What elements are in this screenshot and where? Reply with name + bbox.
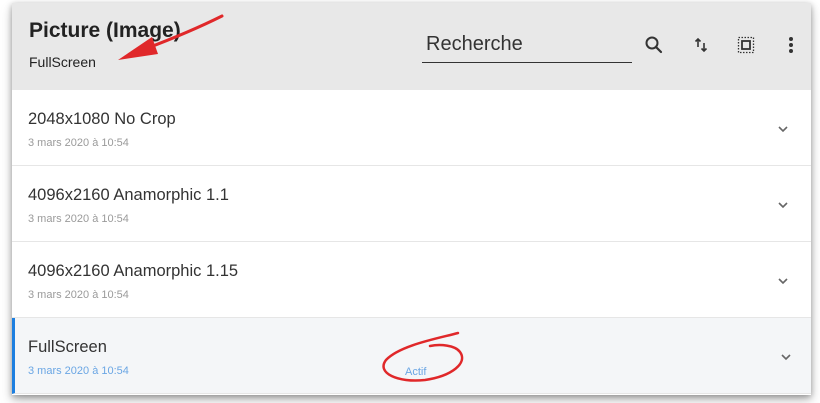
preset-date: 3 mars 2020 à 10:54 <box>28 365 129 377</box>
sort-icon[interactable] <box>689 33 713 57</box>
preset-date: 3 mars 2020 à 10:54 <box>28 213 129 225</box>
preset-date: 3 mars 2020 à 10:54 <box>28 137 129 149</box>
preset-name: FullScreen <box>28 338 107 356</box>
more-vert-icon[interactable] <box>779 33 803 57</box>
preset-panel: Picture (Image) FullScreen Recherche 204… <box>12 3 811 395</box>
preset-date: 3 mars 2020 à 10:54 <box>28 289 129 301</box>
search-icon[interactable] <box>642 33 666 57</box>
select-all-icon[interactable] <box>734 33 758 57</box>
panel-title: Picture (Image) <box>29 19 181 42</box>
chevron-down-icon[interactable] <box>776 198 790 212</box>
preset-name: 2048x1080 No Crop <box>28 110 176 128</box>
chevron-down-icon[interactable] <box>776 274 790 288</box>
chevron-down-icon[interactable] <box>779 350 793 364</box>
current-preset-label: FullScreen <box>29 54 96 70</box>
preset-name: 4096x2160 Anamorphic 1.15 <box>28 262 239 280</box>
preset-name: 4096x2160 Anamorphic 1.1 <box>28 186 229 204</box>
preset-row-fullscreen[interactable]: FullScreen 3 mars 2020 à 10:54 Actif <box>12 318 811 394</box>
preset-row-anamorphic-1-1[interactable]: 4096x2160 Anamorphic 1.1 3 mars 2020 à 1… <box>12 166 811 242</box>
search-field[interactable] <box>422 29 632 63</box>
preset-row-anamorphic-1-15[interactable]: 4096x2160 Anamorphic 1.15 3 mars 2020 à … <box>12 242 811 318</box>
search-input[interactable] <box>422 29 626 59</box>
preset-row-2048x1080-no-crop[interactable]: 2048x1080 No Crop 3 mars 2020 à 10:54 <box>12 90 811 166</box>
active-badge: Actif <box>405 366 427 378</box>
panel-header: Picture (Image) FullScreen <box>12 3 811 90</box>
preset-list: 2048x1080 No Crop 3 mars 2020 à 10:54 40… <box>12 90 811 394</box>
chevron-down-icon[interactable] <box>776 122 790 136</box>
